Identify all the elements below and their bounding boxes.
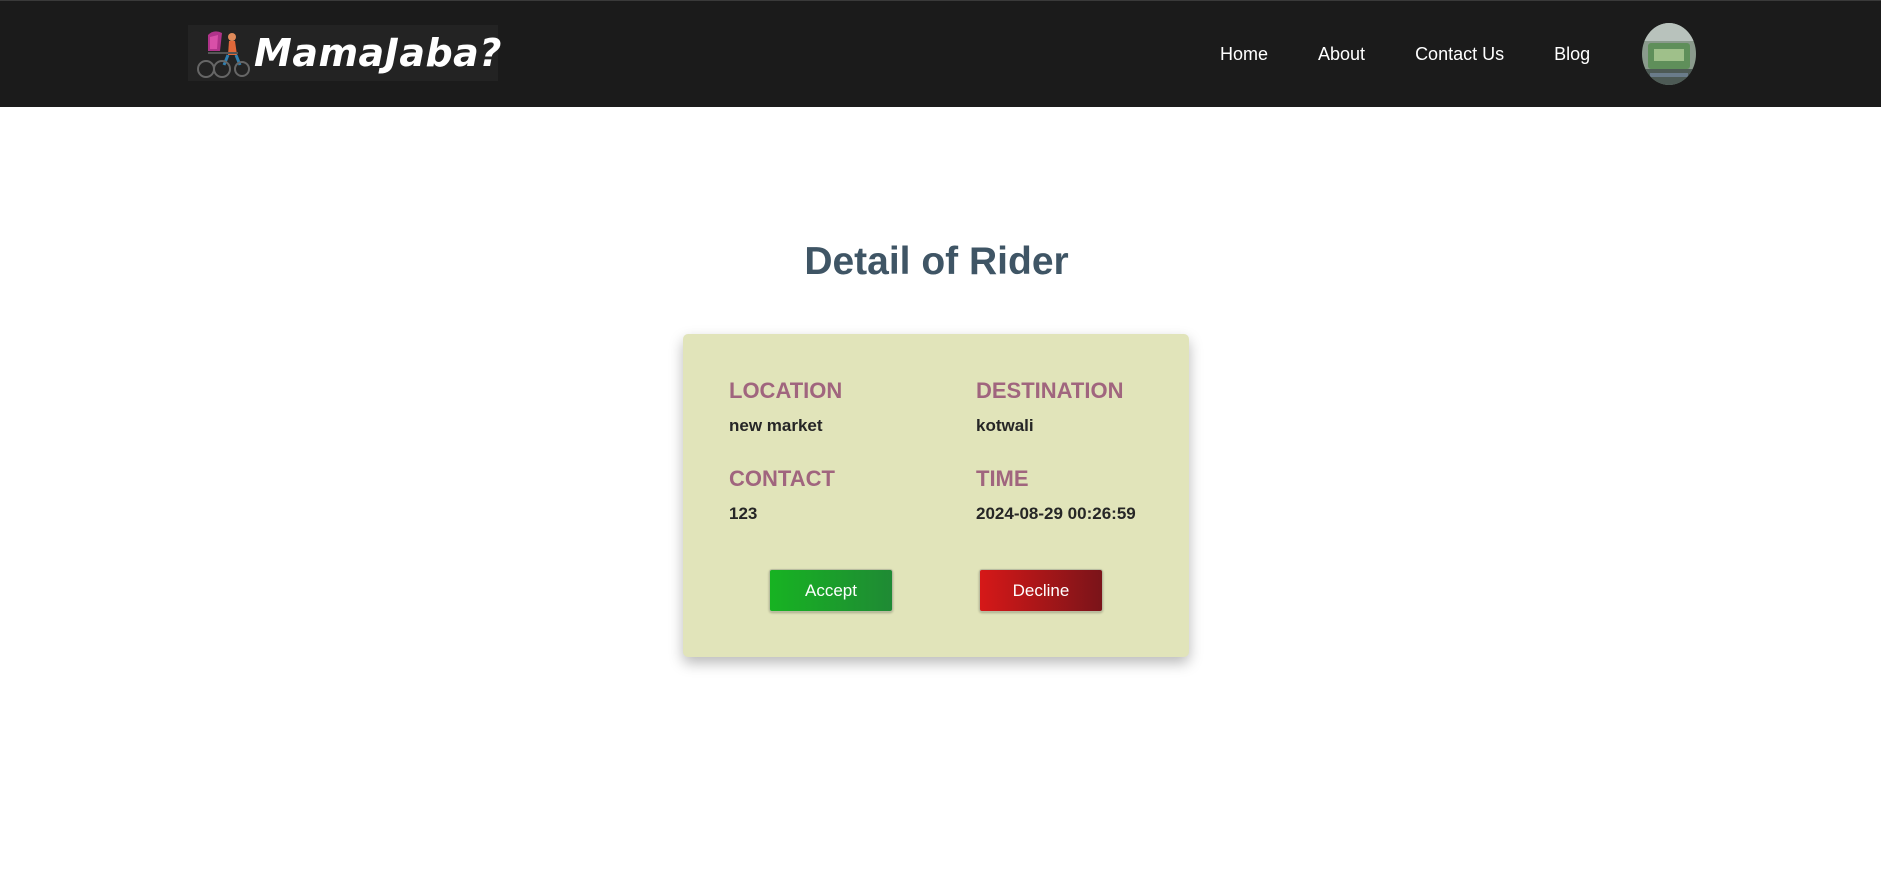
logo-link[interactable]: MamaJaba? [188, 25, 501, 81]
destination-field: DESTINATION kotwali [976, 378, 1123, 436]
accept-button[interactable]: Accept [769, 569, 893, 612]
nav-contact-us-link[interactable]: Contact Us [1415, 44, 1504, 65]
avatar-image-icon [1642, 23, 1696, 85]
time-field: TIME 2024-08-29 00:26:59 [976, 466, 1136, 524]
navbar: MamaJaba? Home About Contact Us Blog [0, 0, 1881, 107]
location-field: LOCATION new market [729, 378, 842, 436]
time-value: 2024-08-29 00:26:59 [976, 504, 1136, 523]
location-label: LOCATION [729, 378, 843, 403]
nav-home-link[interactable]: Home [1220, 44, 1268, 65]
destination-value: kotwali [976, 416, 1034, 435]
rickshaw-logo-icon [197, 31, 250, 78]
nav-links: Home About Contact Us Blog [1195, 1, 1615, 108]
user-avatar[interactable] [1642, 23, 1696, 85]
nav-blog-link[interactable]: Blog [1554, 44, 1590, 65]
location-value: new market [729, 416, 823, 435]
contact-label: CONTACT [729, 466, 835, 491]
logo-text: MamaJaba? [254, 31, 502, 75]
destination-label: DESTINATION [976, 378, 1124, 403]
nav-about-link[interactable]: About [1318, 44, 1365, 65]
contact-field: CONTACT 123 [729, 466, 835, 524]
contact-value: 123 [729, 504, 758, 523]
page-title: Detail of Rider [804, 240, 1069, 283]
rider-detail-card: LOCATION new market DESTINATION kotwali … [683, 334, 1189, 657]
time-label: TIME [976, 466, 1029, 491]
decline-button[interactable]: Decline [979, 569, 1103, 612]
